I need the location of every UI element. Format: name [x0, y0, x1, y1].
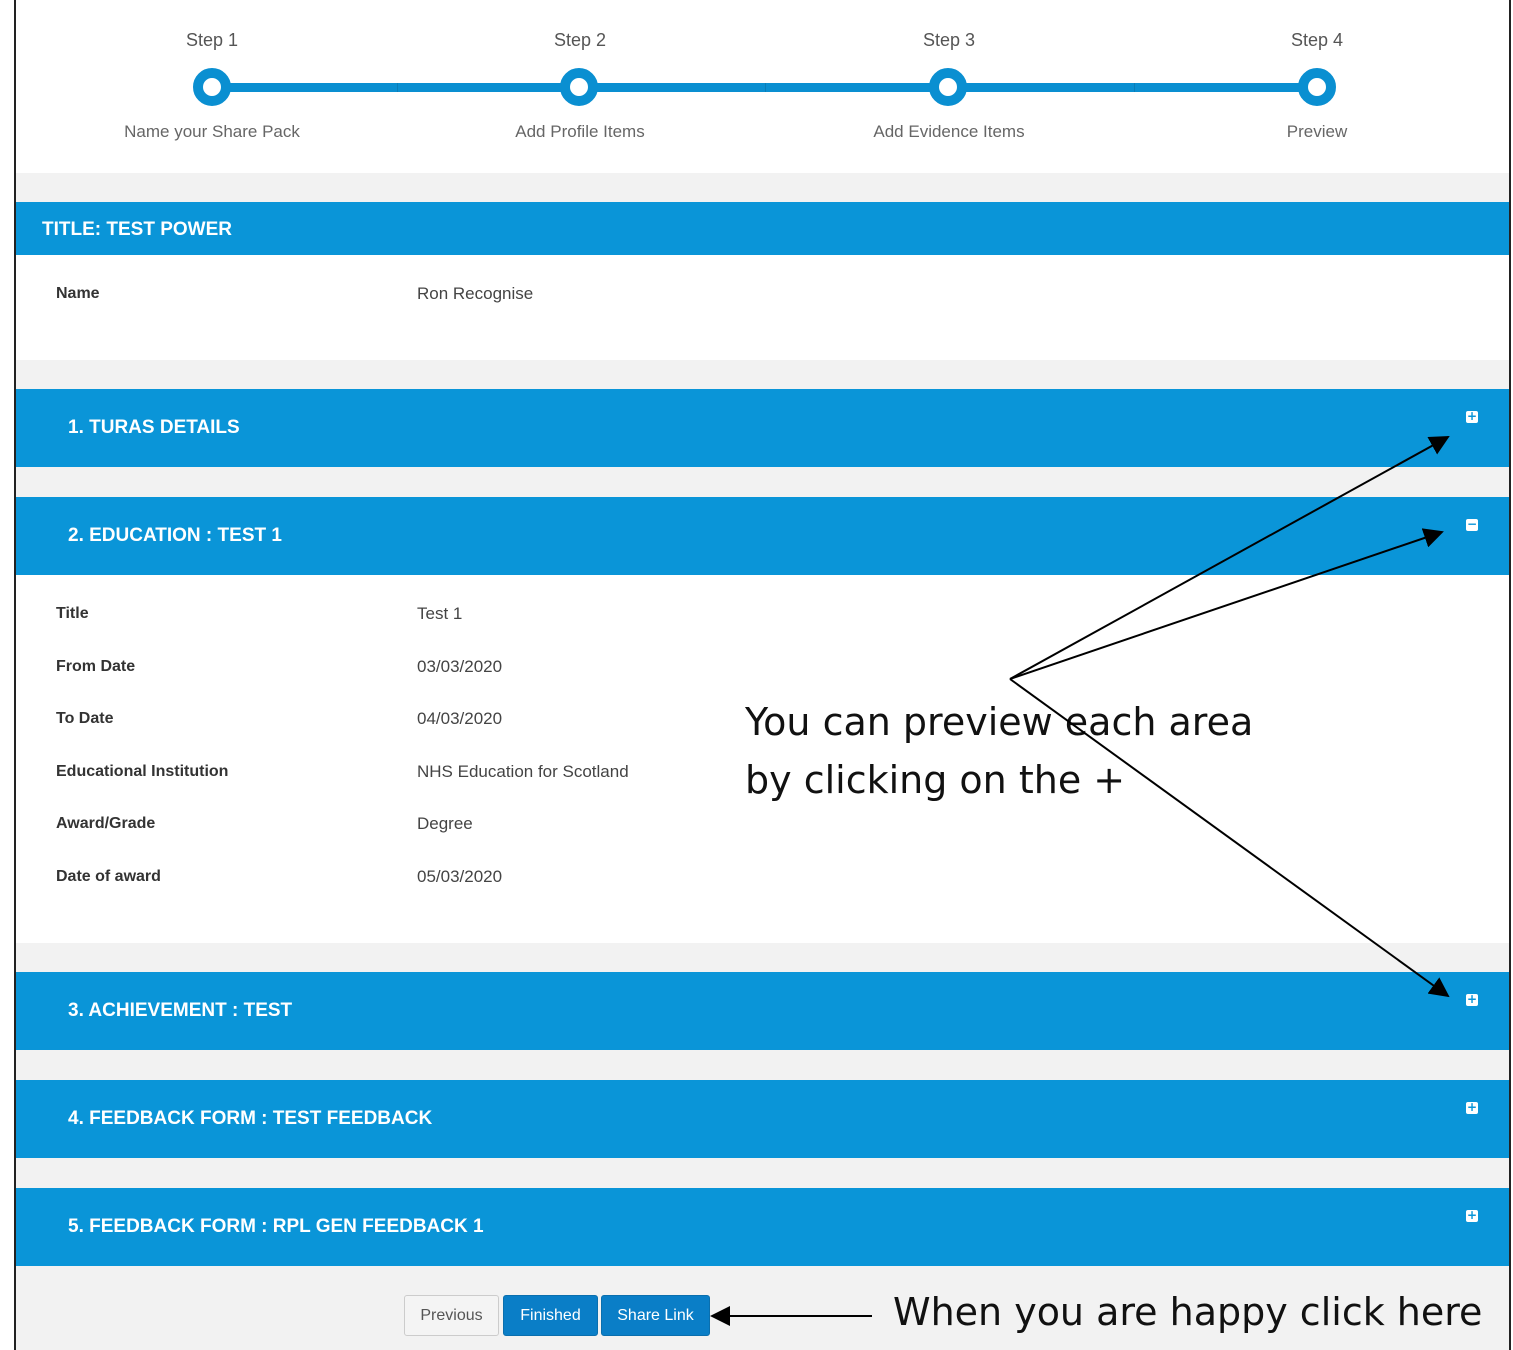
toggle-glyph: +	[1466, 1208, 1478, 1222]
preview-annotation: You can preview each area by clicking on…	[745, 693, 1253, 809]
expand-plus-icon[interactable]: +	[1466, 409, 1478, 423]
expand-plus-icon[interactable]: +	[1466, 1208, 1478, 1222]
collapse-minus-icon[interactable]: −	[1466, 517, 1478, 531]
detail-label: To Date	[56, 710, 114, 727]
section-title: 2. EDUCATION : TEST 1	[68, 525, 282, 546]
step-label: Step 3	[922, 30, 976, 50]
page-frame: Step 1 Name your Share Pack Step 2 Add P…	[14, 0, 1511, 1350]
expand-plus-icon[interactable]: +	[1466, 992, 1478, 1006]
section-title: 4. FEEDBACK FORM : TEST FEEDBACK	[68, 1108, 433, 1129]
toggle-glyph: −	[1466, 517, 1478, 531]
share-link-button[interactable]: Share Link	[601, 1295, 710, 1336]
stepper-divider	[765, 83, 766, 92]
name-value: Ron Recognise	[417, 284, 534, 303]
share-pack-details: Name Ron Recognise	[16, 255, 1509, 360]
detail-label: Date of award	[56, 868, 161, 885]
step-caption: Add Evidence Items	[873, 122, 1025, 141]
preview-annotation-line1: You can preview each area	[745, 700, 1254, 744]
toggle-glyph: +	[1466, 1100, 1478, 1114]
share-pack-title-bar: TITLE: TEST POWER	[16, 202, 1509, 255]
step-circle-icon[interactable]	[929, 68, 967, 106]
name-label: Name	[56, 285, 100, 302]
section-title: 5. FEEDBACK FORM : RPL GEN FEEDBACK 1	[68, 1216, 484, 1237]
happy-annotation: When you are happy click here	[893, 1290, 1483, 1334]
detail-value: NHS Education for Scotland	[417, 762, 629, 781]
toggle-glyph: +	[1466, 992, 1478, 1006]
step-label: Step 4	[1290, 30, 1344, 50]
stepper-divider	[397, 83, 398, 92]
step-circle-icon[interactable]	[1298, 68, 1336, 106]
section-achievement[interactable]: 3. ACHIEVEMENT : TEST +	[16, 972, 1509, 1050]
detail-label: Educational Institution	[56, 763, 229, 780]
step-label: Step 1	[185, 30, 239, 50]
section-title: 1. TURAS DETAILS	[68, 417, 240, 438]
section-title: 3. ACHIEVEMENT : TEST	[68, 1000, 293, 1021]
detail-value: 04/03/2020	[417, 709, 503, 728]
step-circle-icon[interactable]	[560, 68, 598, 106]
detail-value: Test 1	[417, 604, 463, 623]
progress-stepper: Step 1 Name your Share Pack Step 2 Add P…	[16, 0, 1509, 173]
section-feedback-form-test[interactable]: 4. FEEDBACK FORM : TEST FEEDBACK +	[16, 1080, 1509, 1158]
detail-label: Award/Grade	[56, 815, 156, 832]
step-label: Step 2	[553, 30, 607, 50]
share-pack-title: TITLE: TEST POWER	[42, 219, 232, 240]
detail-value: 03/03/2020	[417, 657, 503, 676]
section-education[interactable]: 2. EDUCATION : TEST 1 −	[16, 497, 1509, 575]
section-turas-details[interactable]: 1. TURAS DETAILS +	[16, 389, 1509, 467]
expand-plus-icon[interactable]: +	[1466, 1100, 1478, 1114]
step-circle-icon[interactable]	[193, 68, 231, 106]
finished-button[interactable]: Finished	[503, 1295, 598, 1336]
step-caption: Preview	[1286, 122, 1348, 141]
step-caption: Name your Share Pack	[124, 122, 300, 141]
stepper-track	[212, 83, 1316, 92]
detail-value: Degree	[417, 814, 473, 833]
preview-annotation-line2: by clicking on the +	[745, 758, 1126, 802]
detail-value: 05/03/2020	[417, 867, 503, 886]
previous-button[interactable]: Previous	[404, 1295, 499, 1336]
detail-label: From Date	[56, 658, 136, 675]
detail-label: Title	[56, 605, 89, 622]
step-caption: Add Profile Items	[515, 122, 645, 141]
section-feedback-form-rpl[interactable]: 5. FEEDBACK FORM : RPL GEN FEEDBACK 1 +	[16, 1188, 1509, 1266]
toggle-glyph: +	[1466, 409, 1478, 423]
stepper-divider	[1134, 83, 1135, 92]
